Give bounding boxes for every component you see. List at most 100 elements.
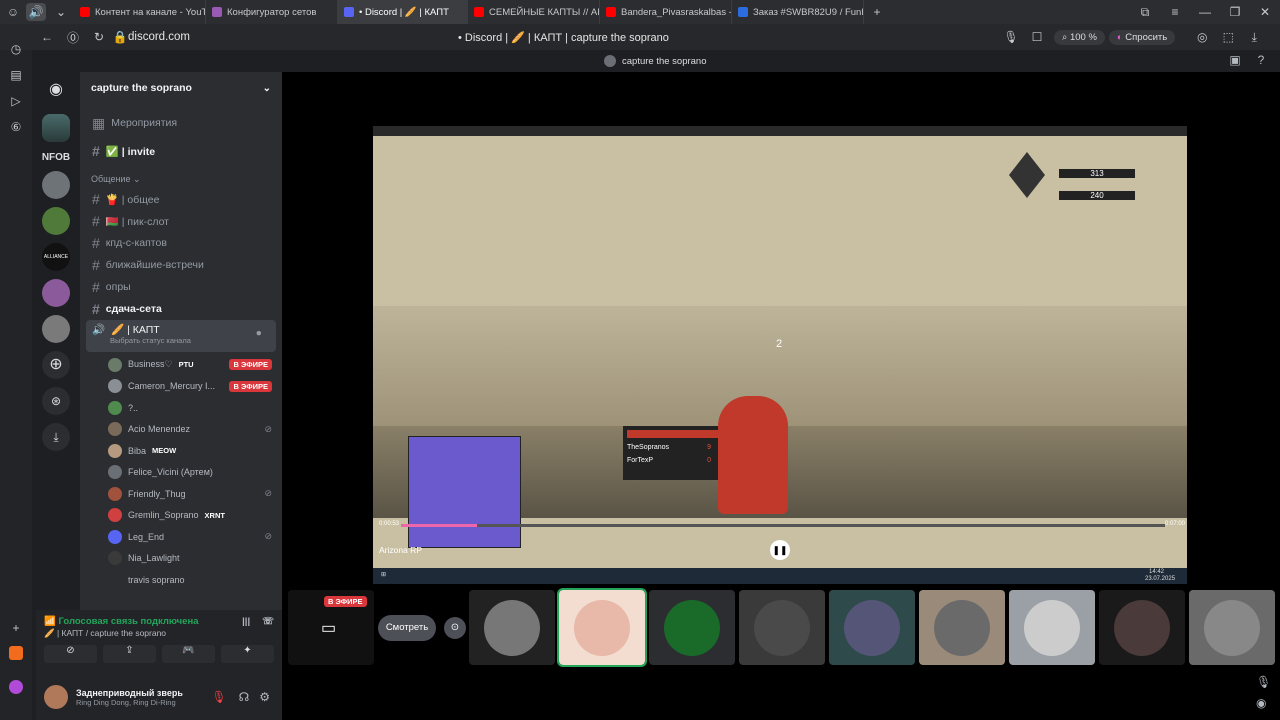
voice-wave-icon[interactable]: ||| <box>242 616 250 627</box>
stream-video[interactable]: 313 240 2 TheSopranos 9 ForTexP 0 0:00:53 … <box>373 126 1187 584</box>
browser-tab[interactable]: Конфигуратор сетов <box>206 0 338 24</box>
download-icon[interactable]: ⤓ <box>1241 30 1267 45</box>
voice-user[interactable]: Cameron_Mercury I... В ЭФИРЕ <box>108 376 282 398</box>
app-orange-icon[interactable] <box>0 640 32 666</box>
voice-user[interactable]: ?.. <box>108 397 282 419</box>
participant-tile[interactable] <box>919 590 1005 665</box>
headphones-icon[interactable]: ☊ <box>239 690 250 704</box>
user-name[interactable]: Заднеприводный зверь <box>76 688 205 698</box>
participant-tile[interactable] <box>649 590 735 665</box>
stream-preview-tile[interactable]: В ЭФИРЕ ▭ <box>288 590 374 665</box>
channel-status[interactable]: Выбрать статус канала <box>110 336 191 345</box>
watch-button[interactable]: Смотреть <box>378 615 436 641</box>
close-window-icon[interactable]: ✕ <box>1250 5 1280 20</box>
participant-tile[interactable] <box>1099 590 1185 665</box>
voice-user[interactable]: Friendly_Thug ⊘ <box>108 483 282 505</box>
chat-icon[interactable]: ● <box>256 327 262 339</box>
extensions-icon[interactable]: ⬚ <box>1215 30 1241 44</box>
server-icon-1[interactable] <box>42 171 70 199</box>
browser-tab[interactable]: • Discord | 🥖 | КАПТ <box>338 0 468 24</box>
app-alice-icon[interactable] <box>0 674 32 700</box>
minimize-icon[interactable]: — <box>1190 5 1220 20</box>
back-icon[interactable]: ← <box>34 30 60 44</box>
participant-tile[interactable] <box>1189 590 1275 665</box>
bookmark-icon[interactable]: ☐ <box>1024 30 1050 44</box>
channel-item[interactable]: # 🍟 | общее <box>86 188 276 210</box>
settings-gear-icon[interactable]: ⚙ <box>259 690 270 704</box>
user-avatar[interactable] <box>44 685 68 709</box>
tab-list-chevron-icon[interactable]: ⌄ <box>48 5 74 19</box>
disconnect-icon[interactable]: ☏ <box>262 616 274 627</box>
server-icon-5[interactable] <box>42 315 70 343</box>
voice-user[interactable]: Gremlin_Soprano XRNT <box>108 505 282 527</box>
channel-item[interactable]: # ближайшие-встречи <box>86 254 276 276</box>
screen-share-button[interactable]: ⇪ <box>103 645 156 663</box>
nfob-label[interactable]: NFOB <box>32 152 80 163</box>
browser-profile-icon[interactable]: ☺ <box>0 5 26 19</box>
live-badge[interactable]: В ЭФИРЕ <box>229 359 272 371</box>
browser-tab[interactable]: Контент на канале - YouTu <box>74 0 206 24</box>
channel-item[interactable]: # опры <box>86 276 276 298</box>
channel-item[interactable]: # 🇧🇾 | пик-слот <box>86 210 276 232</box>
url-field[interactable]: discord.com <box>128 31 458 43</box>
watch-options-icon[interactable]: ⊙ <box>444 617 466 639</box>
voice-user[interactable]: travis soprano <box>108 569 282 591</box>
help-icon[interactable]: ? <box>1248 53 1274 67</box>
camera-off-button[interactable]: ⊘ <box>44 645 97 663</box>
windows-start-icon[interactable]: ⊞ <box>381 571 386 578</box>
globe-icon[interactable]: ◎ <box>1189 30 1215 44</box>
tab-audio-icon[interactable]: 🔊 <box>26 3 46 21</box>
download-apps-icon[interactable]: ⤓ <box>42 423 70 451</box>
browser-tab[interactable]: Bandera_Pivasraskalbas - <box>600 0 732 24</box>
voice-user[interactable]: Felice_Vicini (Артем) <box>108 462 282 484</box>
pause-button[interactable]: ❚❚ <box>770 540 790 560</box>
live-badge[interactable]: В ЭФИРЕ <box>229 380 272 392</box>
history-icon[interactable]: ◷ <box>0 36 32 62</box>
server-icon-alliance[interactable]: ALLIANCE <box>42 243 70 271</box>
browser-tab[interactable]: СЕМЕЙНЫЕ КАПТЫ // AR <box>468 0 600 24</box>
add-server-icon[interactable]: ⊕ <box>42 351 70 379</box>
ask-button[interactable]: ◐ Спросить <box>1108 29 1176 45</box>
yandex-icon[interactable]: ⓪ <box>60 29 86 46</box>
seek-bar[interactable] <box>401 524 1165 527</box>
window-restore-icon[interactable]: ⧉ <box>1130 5 1160 20</box>
server-icon-nfob-avatar[interactable] <box>42 114 70 142</box>
channel-invite[interactable]: # ✅ | invite <box>86 140 276 162</box>
browser-tab[interactable]: Заказ #SWBR82U9 / FunP <box>732 0 864 24</box>
server-icon-arizona[interactable] <box>42 279 70 307</box>
voice-channel-kapt[interactable]: 🔊 🥖 | КАПТ Выбрать статус канала ● <box>86 320 276 352</box>
activity-button[interactable]: 🎮 <box>162 645 215 663</box>
add-panel-icon[interactable]: + <box>0 615 32 641</box>
events-item[interactable]: ▦ Мероприятия <box>86 112 276 134</box>
noise-icon[interactable]: ◉ <box>1256 696 1266 710</box>
voice-location[interactable]: 🥖 | КАПТ / capture the soprano <box>44 628 274 639</box>
mute-mic-icon[interactable]: 🎙 <box>211 690 226 704</box>
voice-user[interactable]: Acio Menendez ⊘ <box>108 419 282 441</box>
channel-item[interactable]: # сдача-сета <box>86 298 276 320</box>
channel-item[interactable]: # кпд-с-каптов <box>86 232 276 254</box>
discover-icon[interactable]: ⊛ <box>42 387 70 415</box>
mic-icon[interactable]: 🎙 <box>1256 675 1271 689</box>
reload-icon[interactable]: ↻ <box>86 30 112 44</box>
participant-tile[interactable] <box>557 588 647 667</box>
server-header[interactable]: capture the soprano ⌄ <box>80 72 282 104</box>
maximize-icon[interactable]: ❐ <box>1220 5 1250 20</box>
voice-user[interactable]: Nia_Lawlight <box>108 548 282 570</box>
new-tab-button[interactable]: + <box>864 5 890 19</box>
discord-home-icon[interactable]: ◉ <box>42 76 70 104</box>
participant-tile[interactable] <box>469 590 555 665</box>
voice-user[interactable]: Business♡ PTU В ЭФИРЕ <box>108 354 282 376</box>
zoom-level[interactable]: ⌕ 100 % <box>1054 29 1105 45</box>
voice-user[interactable]: Biba MEOW <box>108 440 282 462</box>
participant-tile[interactable] <box>1009 590 1095 665</box>
participant-tile[interactable] <box>739 590 825 665</box>
soundboard-button[interactable]: ✦ <box>221 645 274 663</box>
category-header[interactable]: Общение ⌄ <box>80 170 282 188</box>
play-icon[interactable]: ▷ <box>0 88 32 114</box>
inbox-icon[interactable]: ▣ <box>1222 53 1248 67</box>
voice-user[interactable]: Leg_End ⊘ <box>108 526 282 548</box>
tabs-count-icon[interactable]: ⑥ <box>0 114 32 140</box>
server-icon-2[interactable] <box>42 207 70 235</box>
menu-icon[interactable]: ≡ <box>1160 5 1190 20</box>
microphone-icon[interactable]: 🎙 <box>998 30 1024 44</box>
